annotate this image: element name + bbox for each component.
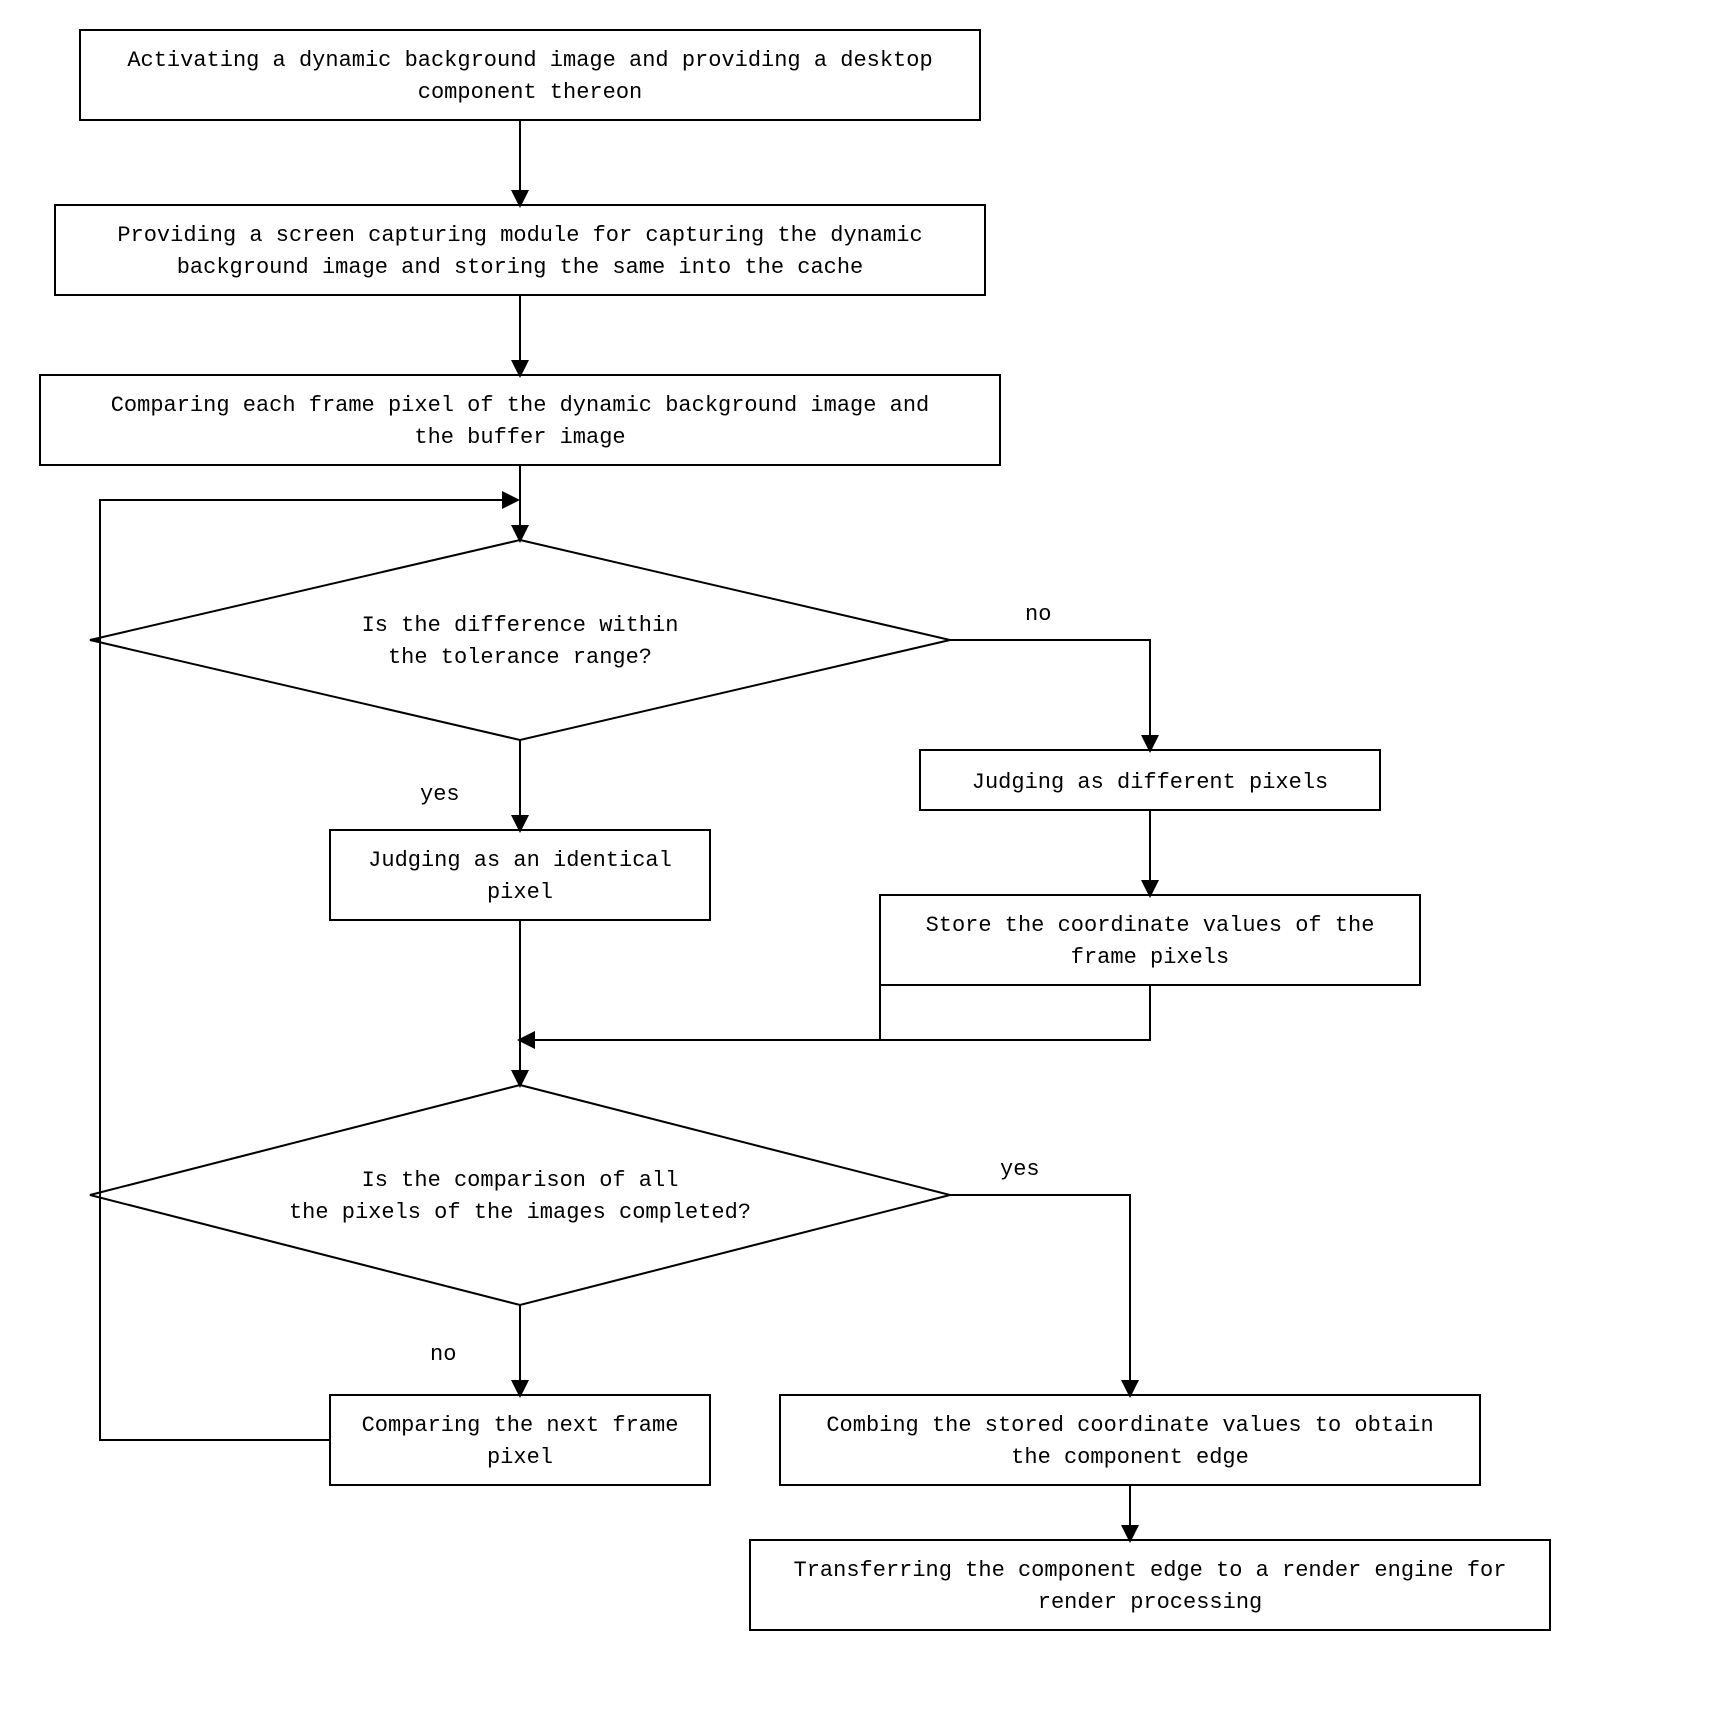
text: Store the coordinate values of the — [926, 913, 1375, 938]
edge-d2-yes — [950, 1195, 1130, 1395]
label-d1-no: no — [1025, 602, 1051, 627]
node-identical-pixel: Judging as an identical pixel — [330, 830, 710, 920]
text: background image and storing the same in… — [177, 255, 864, 280]
text: the tolerance range? — [388, 645, 652, 670]
edge-n6-merge2 — [523, 985, 1150, 1040]
text: the component edge — [1011, 1445, 1249, 1470]
text: Providing a screen capturing module for … — [117, 223, 922, 248]
label-d2-yes: yes — [1000, 1157, 1040, 1182]
node-different-pixels: Judging as different pixels — [920, 750, 1380, 810]
text: pixel — [487, 1445, 553, 1470]
node-compare-next: Comparing the next frame pixel — [330, 1395, 710, 1485]
text: Is the comparison of all — [362, 1168, 679, 1193]
text: Combing the stored coordinate values to … — [826, 1413, 1433, 1438]
node-compare-frame: Comparing each frame pixel of the dynami… — [40, 375, 1000, 465]
text: Activating a dynamic background image an… — [127, 48, 932, 73]
text: Is the difference within — [362, 613, 679, 638]
text: render processing — [1038, 1590, 1262, 1615]
flowchart: Activating a dynamic background image an… — [0, 0, 1714, 1718]
node-combine-edge: Combing the stored coordinate values to … — [780, 1395, 1480, 1485]
decision-all-pixels-done: Is the comparison of all the pixels of t… — [90, 1085, 950, 1305]
text: the buffer image — [414, 425, 625, 450]
text: Comparing each frame pixel of the dynami… — [111, 393, 930, 418]
decision-tolerance: Is the difference within the tolerance r… — [90, 540, 950, 740]
label-d1-yes: yes — [420, 782, 460, 807]
edge-d1-no — [950, 640, 1150, 750]
node-screen-capture: Providing a screen capturing module for … — [55, 205, 985, 295]
text: Judging as different pixels — [972, 770, 1328, 795]
text: component thereon — [418, 80, 642, 105]
node-transfer-render: Transferring the component edge to a ren… — [750, 1540, 1550, 1630]
node-activate-background: Activating a dynamic background image an… — [80, 30, 980, 120]
text: Judging as an identical — [368, 848, 672, 873]
text: Comparing the next frame — [362, 1413, 679, 1438]
text: frame pixels — [1071, 945, 1229, 970]
text: Transferring the component edge to a ren… — [794, 1558, 1507, 1583]
node-store-coordinates: Store the coordinate values of the frame… — [880, 895, 1420, 985]
text: pixel — [487, 880, 553, 905]
text: the pixels of the images completed? — [289, 1200, 751, 1225]
label-d2-no: no — [430, 1342, 456, 1367]
